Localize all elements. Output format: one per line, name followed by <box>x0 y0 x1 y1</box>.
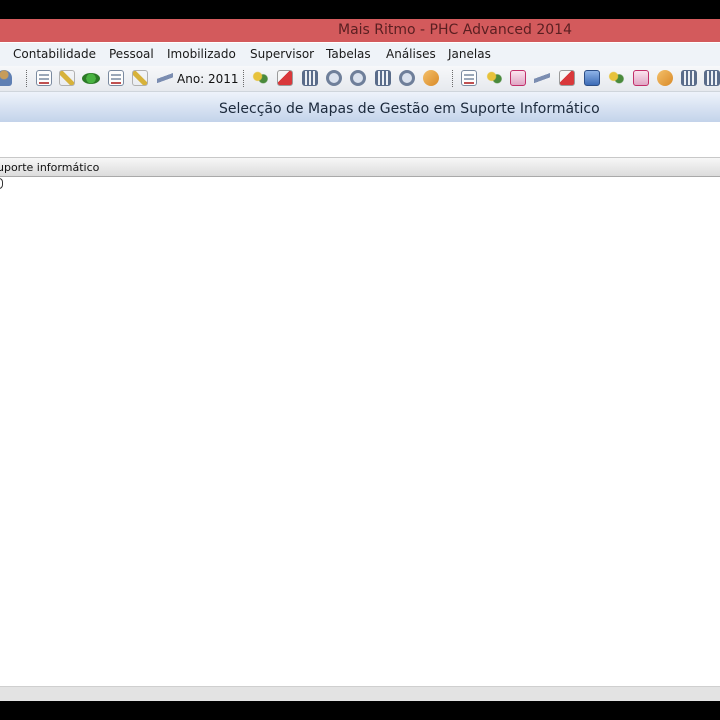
document-icon[interactable] <box>36 70 52 86</box>
calendar-icon[interactable] <box>633 70 649 86</box>
edit-icon[interactable] <box>59 70 75 86</box>
content-area: uporte informático <box>0 122 720 686</box>
window-header: Selecção de Mapas de Gestão em Suporte I… <box>0 92 720 122</box>
printer-icon[interactable] <box>559 70 575 86</box>
menu-contabilidade[interactable]: Contabilidade <box>13 47 96 61</box>
hand-icon[interactable] <box>657 70 673 86</box>
row-selector-marker[interactable] <box>0 178 3 189</box>
menu-pessoal[interactable]: Pessoal <box>109 47 154 61</box>
table-icon[interactable] <box>681 70 697 86</box>
form-icon[interactable] <box>510 70 526 86</box>
menu-supervisor[interactable]: Supervisor <box>250 47 314 61</box>
cog-icon[interactable] <box>399 70 415 86</box>
grid-column-header[interactable]: uporte informático <box>0 157 720 177</box>
window-title: Mais Ritmo - PHC Advanced 2014 <box>338 22 572 38</box>
page-title: Selecção de Mapas de Gestão em Suporte I… <box>219 101 600 117</box>
people-icon[interactable] <box>608 70 624 86</box>
wrench-icon[interactable] <box>423 70 439 86</box>
column-label: uporte informático <box>0 161 100 174</box>
settings-icon[interactable] <box>326 70 342 86</box>
refresh-icon[interactable] <box>157 70 173 86</box>
report-icon[interactable] <box>461 70 477 86</box>
people-icon[interactable] <box>486 70 502 86</box>
grid-icon[interactable] <box>375 70 391 86</box>
green-oval-icon[interactable] <box>82 73 100 84</box>
barcode-icon[interactable] <box>302 70 318 86</box>
menu-janelas[interactable]: Janelas <box>448 47 491 61</box>
year-label[interactable]: Ano: 2011 <box>177 72 239 86</box>
status-bar <box>0 686 720 701</box>
arrow-icon[interactable] <box>534 70 550 86</box>
menu-bar: Contabilidade Pessoal Imobilizado Superv… <box>0 42 720 67</box>
toolbar-separator <box>452 70 455 87</box>
title-bar: Mais Ritmo - PHC Advanced 2014 <box>0 19 720 42</box>
menu-tabelas[interactable]: Tabelas <box>326 47 371 61</box>
people-icon[interactable] <box>252 70 268 86</box>
menu-imobilizado[interactable]: Imobilizado <box>167 47 236 61</box>
pencil-icon[interactable] <box>132 70 148 86</box>
toolbar-separator <box>243 70 246 87</box>
records-icon[interactable] <box>108 70 124 86</box>
printer-icon[interactable] <box>277 70 293 86</box>
toolbar: Ano: 2011 <box>0 66 720 92</box>
gear-icon[interactable] <box>350 70 366 86</box>
toolbar-separator <box>26 70 29 87</box>
list-icon[interactable] <box>704 70 720 86</box>
book-icon[interactable] <box>584 70 600 86</box>
menu-analises[interactable]: Análises <box>386 47 436 61</box>
user-icon[interactable] <box>0 70 12 86</box>
